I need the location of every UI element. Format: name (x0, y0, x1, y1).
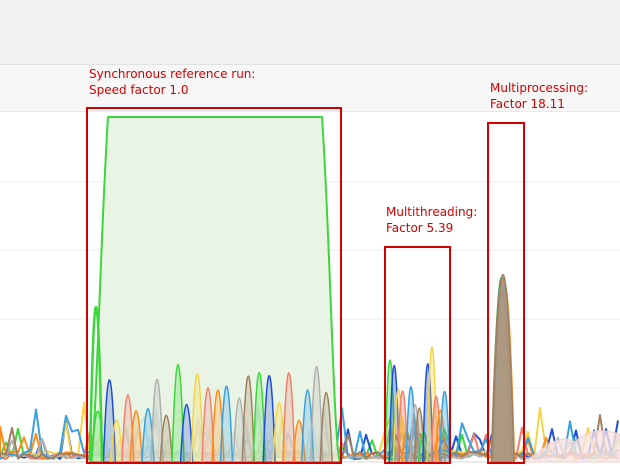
annotation-threading: Multithreading: Factor 5.39 (386, 204, 477, 236)
annotation-sync-title: Synchronous reference run: (89, 67, 256, 81)
annotation-processing: Multiprocessing: Factor 18.11 (490, 80, 588, 112)
annotation-sync: Synchronous reference run: Speed factor … (89, 66, 255, 98)
annotation-sync-factor: Speed factor 1.0 (89, 83, 189, 97)
annotation-processing-factor: Factor 18.11 (490, 97, 565, 111)
annotation-threading-factor: Factor 5.39 (386, 221, 454, 235)
threading-peak (438, 390, 451, 463)
chart-series (0, 116, 620, 463)
top-toolbar (0, 0, 620, 65)
cpu-usage-graph (0, 116, 620, 463)
cpu-usage-chart (0, 112, 620, 476)
annotation-threading-title: Multithreading: (386, 205, 478, 219)
annotation-processing-title: Multiprocessing: (490, 81, 589, 95)
processing-main-peak (491, 274, 515, 463)
